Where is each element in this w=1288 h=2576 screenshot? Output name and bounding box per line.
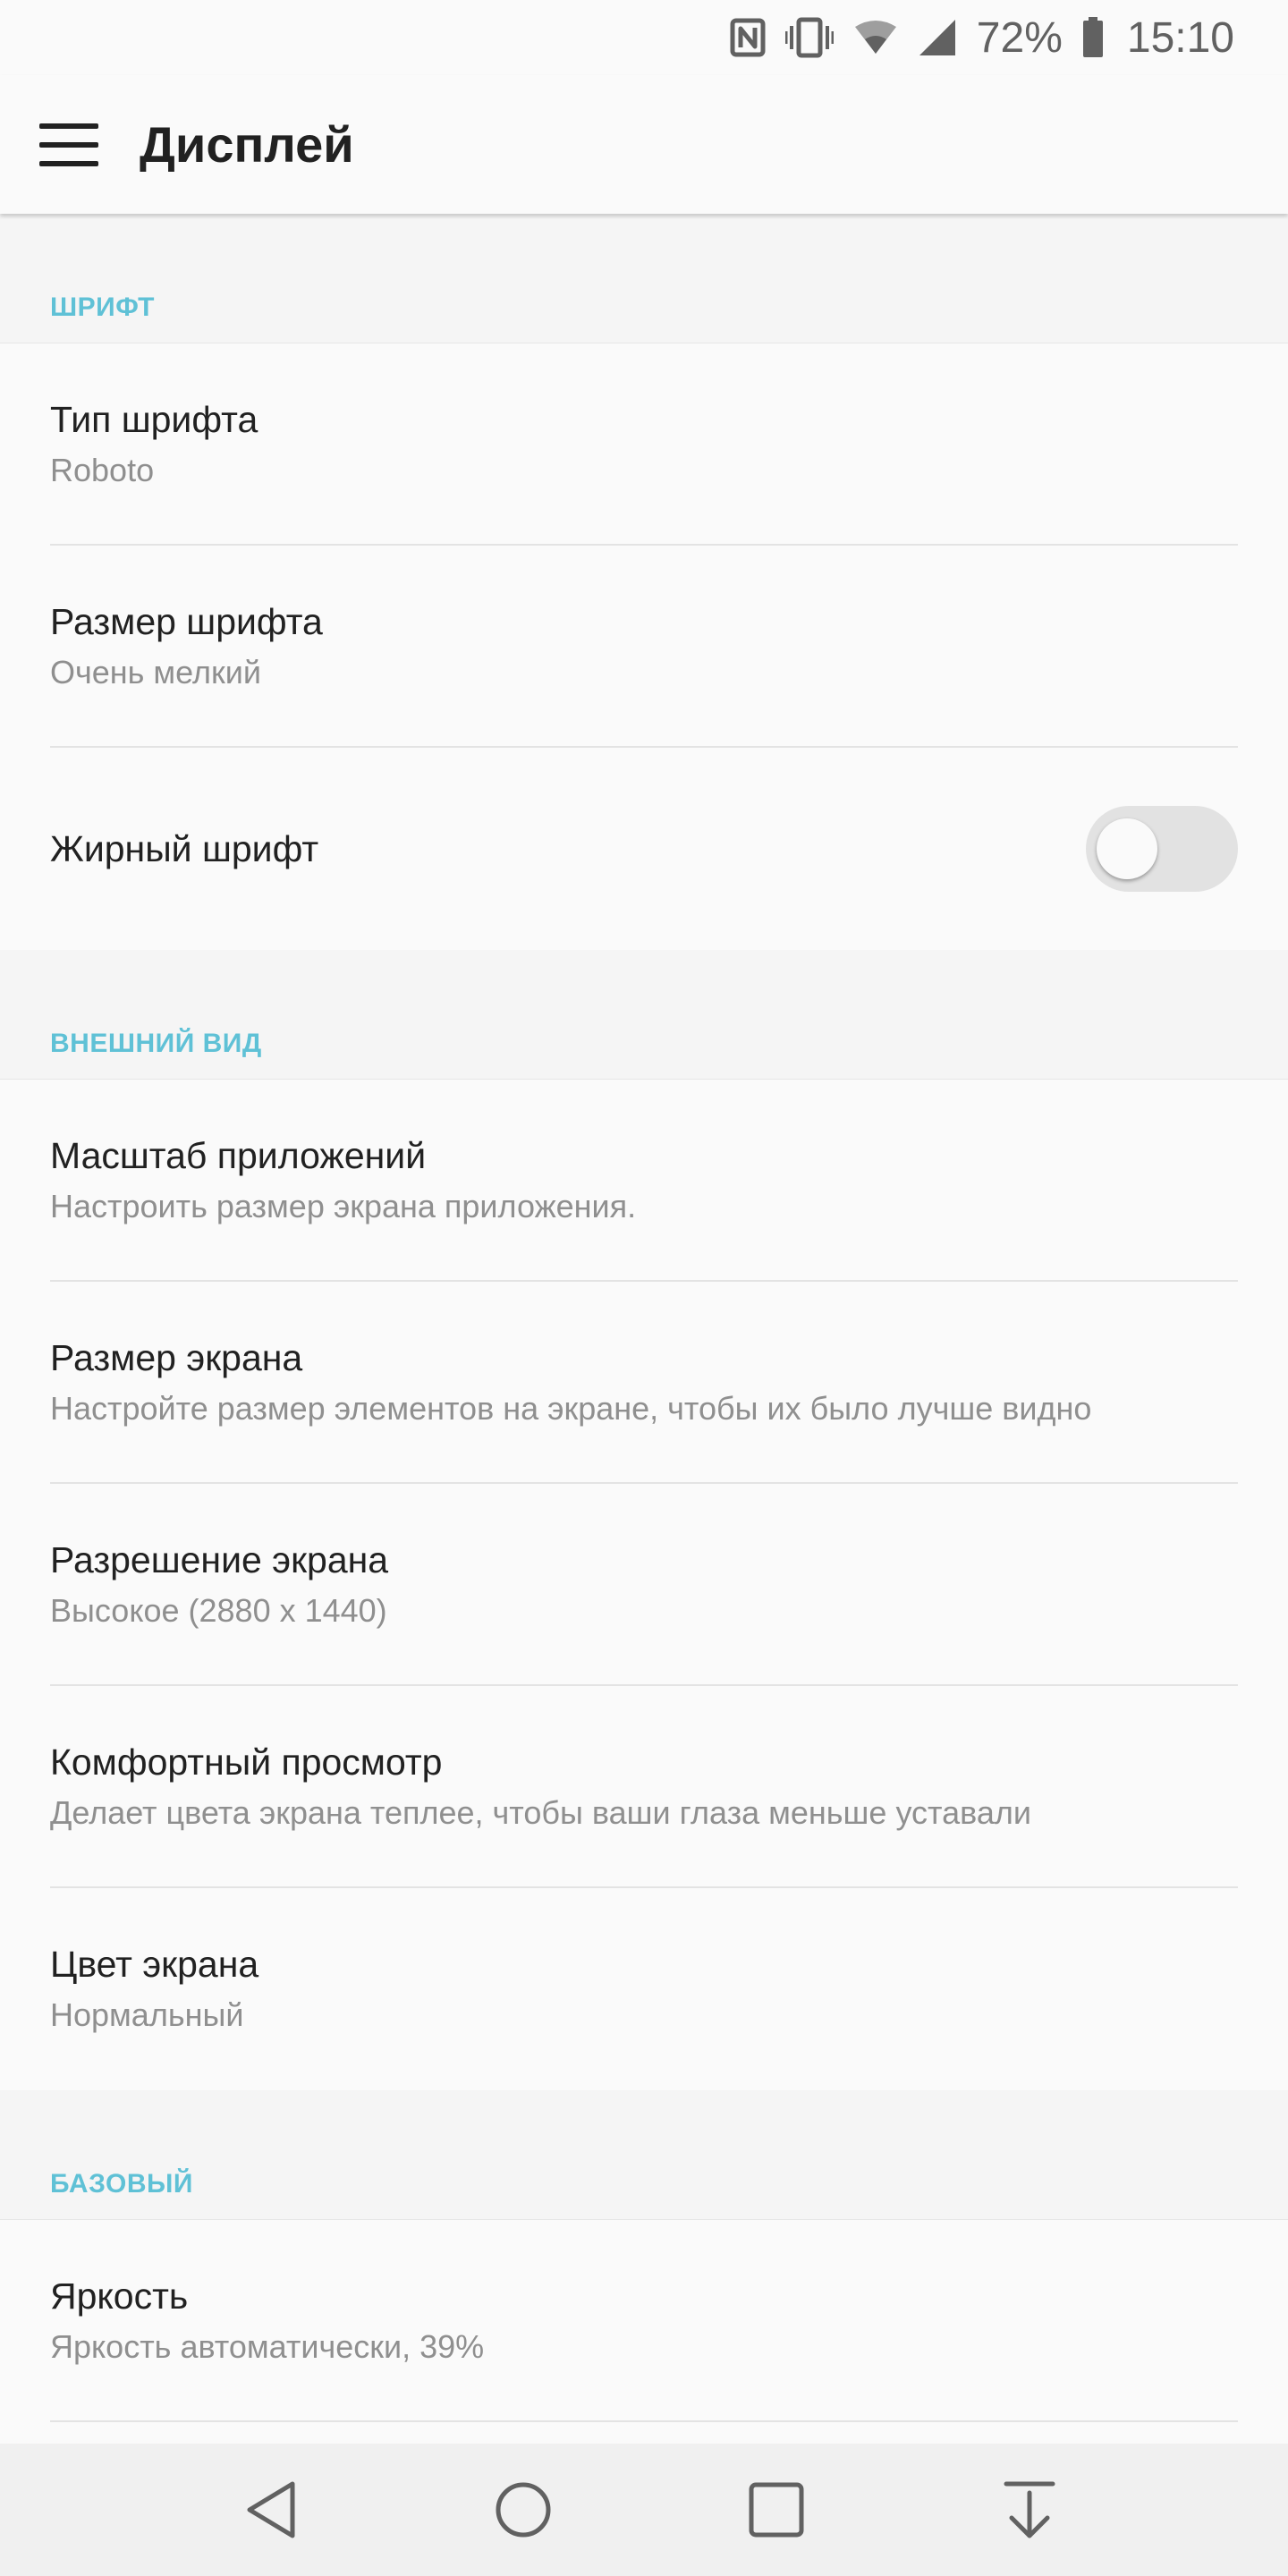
setting-subtitle: Нормальный [50,1996,244,2033]
status-bar: 72% 15:10 [0,0,1288,75]
section-header-label: ШРИФТ [50,292,156,322]
setting-title: Тип шрифта [50,399,258,440]
display-settings-screen: 72% 15:10 Дисплей ШРИФТ Тип шрифта Robot… [0,0,1288,2576]
setting-title: Комфортный просмотр [50,1741,443,1783]
setting-font-size[interactable]: Размер шрифта Очень мелкий [0,546,1288,748]
section-header-label: ВНЕШНИЙ ВИД [50,1029,262,1058]
recents-icon[interactable] [723,2444,830,2576]
battery-percent: 72% [976,13,1063,62]
setting-subtitle: Настроить размер экрана приложения. [50,1188,637,1224]
cell-signal-icon [918,18,957,57]
setting-subtitle: Roboto [50,452,155,488]
wifi-icon [853,20,898,55]
setting-app-scaling[interactable]: Масштаб приложений Настроить размер экра… [0,1080,1288,1282]
section-header-appearance: ВНЕШНИЙ ВИД [0,950,1288,1080]
setting-subtitle: Яркость автоматически, 39% [50,2328,485,2365]
setting-screen-resolution[interactable]: Разрешение экрана Высокое (2880 x 1440) [0,1484,1288,1686]
setting-comfort-view[interactable]: Комфортный просмотр Делает цвета экрана … [0,1686,1288,1888]
toggle-knob [1097,818,1157,879]
setting-subtitle: Очень мелкий [50,654,261,691]
clock: 15:10 [1126,13,1234,62]
setting-title: Цвет экрана [50,1944,259,1985]
nfc-icon [730,18,766,57]
setting-title: Разрешение экрана [50,1539,389,1580]
setting-bold-font[interactable]: Жирный шрифт [0,748,1288,950]
notification-pull-icon[interactable] [976,2444,1083,2576]
setting-title: Жирный шрифт [50,828,319,869]
setting-subtitle: Высокое (2880 x 1440) [50,1592,387,1629]
vibrate-icon [784,17,834,58]
setting-brightness[interactable]: Яркость Яркость автоматически, 39% [0,2220,1288,2422]
page-title: Дисплей [140,116,354,173]
app-bar: Дисплей [0,75,1288,214]
setting-title: Яркость [50,2275,189,2317]
settings-list: ШРИФТ Тип шрифта Roboto Размер шрифта Оч… [0,214,1288,2422]
setting-title: Размер шрифта [50,601,323,642]
setting-subtitle: Делает цвета экрана теплее, чтобы ваши г… [50,1794,1031,1831]
section-header-font: ШРИФТ [0,214,1288,343]
setting-subtitle: Настройте размер элементов на экране, чт… [50,1390,1092,1427]
home-icon[interactable] [470,2444,577,2576]
setting-screen-color[interactable]: Цвет экрана Нормальный [0,1888,1288,2090]
setting-title: Масштаб приложений [50,1135,427,1176]
setting-screen-size[interactable]: Размер экрана Настройте размер элементов… [0,1282,1288,1484]
bold-font-toggle[interactable] [1086,806,1238,892]
setting-title: Размер экрана [50,1337,303,1378]
hamburger-menu-icon[interactable] [39,123,98,166]
navigation-bar [0,2444,1288,2576]
battery-icon [1082,17,1104,58]
section-header-basic: БАЗОВЫЙ [0,2090,1288,2220]
setting-font-type[interactable]: Тип шрифта Roboto [0,343,1288,546]
back-icon[interactable] [217,2444,325,2576]
section-header-label: БАЗОВЫЙ [50,2169,193,2199]
